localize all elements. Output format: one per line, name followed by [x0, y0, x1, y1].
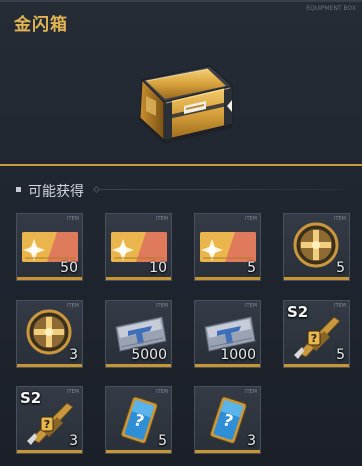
reward-count: 5 — [336, 260, 345, 276]
reward-slot[interactable]: ITEM 10 — [105, 213, 172, 281]
svg-text:?: ? — [311, 332, 317, 345]
reward-count: 5 — [158, 433, 167, 449]
reward-slot[interactable]: ITEM 5 — [194, 213, 261, 281]
section-bullet — [16, 187, 21, 192]
reward-count: 10 — [149, 260, 167, 276]
reward-slot[interactable]: ITEM ? 3 — [194, 386, 261, 454]
reward-count: 50 — [60, 260, 78, 276]
reward-slot[interactable]: ITEM 5 — [283, 213, 350, 281]
reward-slot[interactable]: ITEM ? 5 — [105, 386, 172, 454]
season-badge: S2 — [287, 303, 309, 321]
reward-slot[interactable]: ITEM ? S2 5 — [283, 300, 350, 368]
reward-count: 3 — [69, 433, 78, 449]
reward-count: 3 — [69, 347, 78, 363]
reward-slot[interactable]: ITEM 50 — [16, 213, 83, 281]
reward-count: 5000 — [131, 347, 167, 363]
reward-count: 1000 — [220, 347, 256, 363]
reward-slot[interactable]: ITEM ? S2 3 — [16, 386, 83, 454]
top-border — [0, 0, 362, 2]
reward-slot[interactable]: ITEM 5000 — [105, 300, 172, 368]
corner-tag: EQUIPMENT BOX — [306, 5, 356, 12]
page-title: 金闪箱 — [14, 15, 68, 35]
reward-slot[interactable]: ITEM 3 — [16, 300, 83, 368]
reward-count: 5 — [247, 260, 256, 276]
reward-preview-panel: 金闪箱 EQUIPMENT BOX 可能获得 ITEM 50 ITEM 10 I… — [0, 0, 362, 466]
section-title: 可能获得 — [28, 184, 84, 200]
svg-text:?: ? — [44, 418, 50, 431]
reward-count: 3 — [247, 433, 256, 449]
season-badge: S2 — [20, 389, 42, 407]
reward-slot[interactable]: ITEM 1000 — [194, 300, 261, 368]
gold-chest-icon — [132, 56, 242, 152]
section-divider — [98, 189, 344, 190]
reward-count: 5 — [336, 347, 345, 363]
header-separator — [0, 164, 362, 166]
